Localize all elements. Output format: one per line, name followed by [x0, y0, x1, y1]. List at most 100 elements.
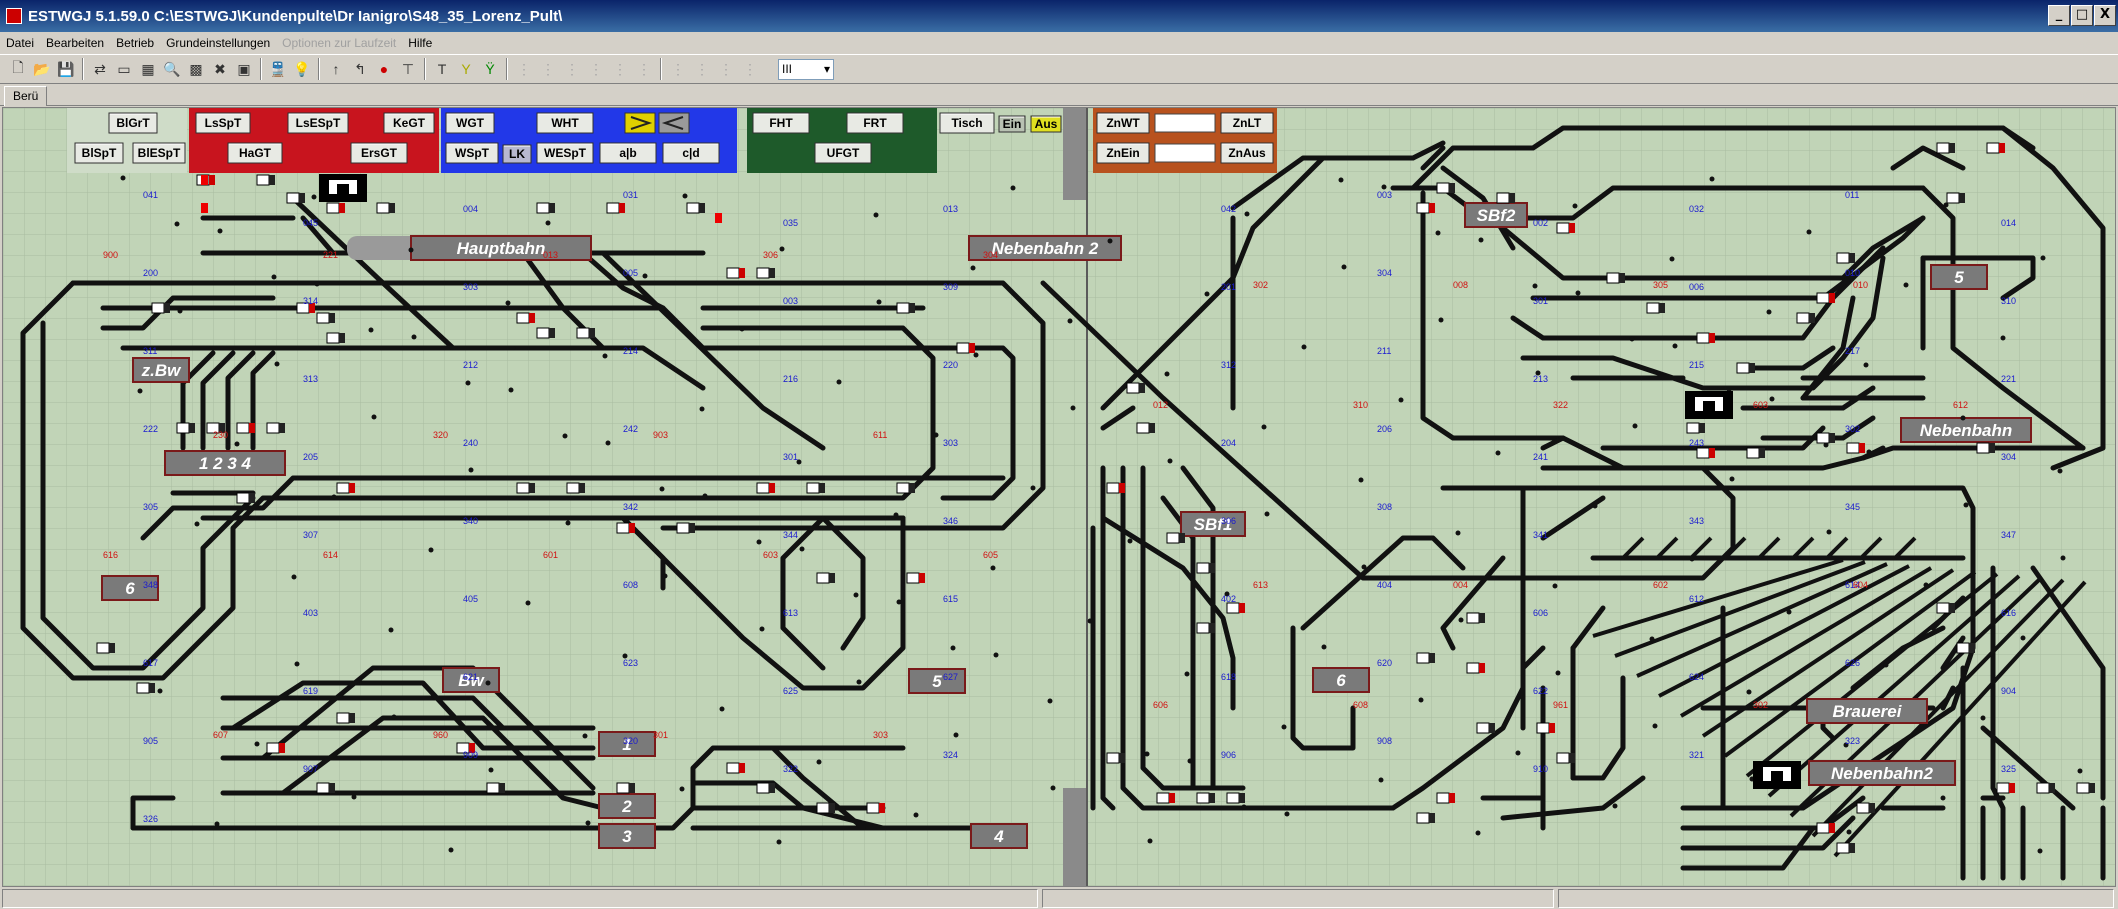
- button-lsspt[interactable]: LsSpT: [195, 112, 251, 134]
- signal-icon[interactable]: [1976, 442, 1995, 454]
- signal-icon[interactable]: [266, 422, 285, 434]
- signal-icon[interactable]: [1956, 642, 1975, 654]
- button-lk[interactable]: LK: [502, 144, 532, 164]
- signal-icon[interactable]: [1156, 792, 1175, 804]
- signal-icon[interactable]: [1466, 662, 1485, 674]
- signal-icon[interactable]: [236, 422, 255, 434]
- signal-icon[interactable]: [1416, 202, 1435, 214]
- signal-icon[interactable]: [151, 302, 170, 314]
- signal-icon[interactable]: [1416, 652, 1435, 664]
- button-blespt[interactable]: BlESpT: [132, 142, 186, 164]
- button-znaus[interactable]: ZnAus: [1220, 142, 1274, 164]
- signal-icon[interactable]: [1736, 362, 1755, 374]
- signal-icon[interactable]: [816, 802, 835, 814]
- signal-icon[interactable]: [1556, 752, 1575, 764]
- signal-icon[interactable]: [1436, 792, 1455, 804]
- route-icon[interactable]: ⇄: [88, 57, 112, 81]
- button-znlt[interactable]: ZnLT: [1220, 112, 1274, 134]
- button-c-d[interactable]: c|d: [662, 142, 720, 164]
- signal-icon[interactable]: [616, 522, 635, 534]
- signal-icon[interactable]: [1816, 822, 1835, 834]
- close-button[interactable]: X: [2094, 5, 2116, 26]
- signal-icon[interactable]: [256, 174, 275, 186]
- signal-icon[interactable]: [1856, 802, 1875, 814]
- signal-icon[interactable]: [1696, 447, 1715, 459]
- signal-up-icon[interactable]: ↑: [324, 57, 348, 81]
- signal-icon[interactable]: [1196, 622, 1215, 634]
- button-wspt[interactable]: WSpT: [445, 142, 499, 164]
- signal-icon[interactable]: [686, 202, 705, 214]
- button-lsespt[interactable]: LsESpT: [287, 112, 349, 134]
- drive-lever-icon[interactable]: [1753, 761, 1801, 789]
- button-wespt[interactable]: WESpT: [536, 142, 594, 164]
- signal-icon[interactable]: [516, 312, 535, 324]
- signal-icon[interactable]: [1936, 142, 1955, 154]
- signal-icon[interactable]: [756, 267, 775, 279]
- signal-icon[interactable]: [956, 342, 975, 354]
- signal-icon[interactable]: [1936, 602, 1955, 614]
- signal-icon[interactable]: [176, 422, 195, 434]
- panel-icon[interactable]: ▦: [136, 57, 160, 81]
- signal-icon[interactable]: [486, 782, 505, 794]
- button-blgrt[interactable]: BlGrT: [108, 112, 158, 134]
- signal-icon[interactable]: [1796, 312, 1815, 324]
- grid-icon[interactable]: ▩: [184, 57, 208, 81]
- signal-icon[interactable]: [1836, 252, 1855, 264]
- signal-icon[interactable]: [1686, 422, 1705, 434]
- button-aus[interactable]: Aus: [1030, 115, 1062, 133]
- signal-icon[interactable]: [1166, 532, 1185, 544]
- signal-icon[interactable]: [1226, 602, 1245, 614]
- drive-lever-icon[interactable]: [1685, 391, 1733, 419]
- open-folder-icon[interactable]: 📂: [30, 57, 54, 81]
- signal-icon[interactable]: [1746, 447, 1765, 459]
- signal-icon[interactable]: [266, 742, 285, 754]
- signal-icon[interactable]: [1476, 722, 1495, 734]
- signal-icon[interactable]: [1106, 482, 1125, 494]
- button-fht[interactable]: FHT: [752, 112, 810, 134]
- signal-icon[interactable]: [2036, 782, 2055, 794]
- signal-icon[interactable]: [326, 202, 345, 214]
- signal-icon[interactable]: [516, 482, 535, 494]
- signal-icon[interactable]: [2076, 782, 2095, 794]
- signal-icon[interactable]: [896, 302, 915, 314]
- signal-icon[interactable]: [816, 572, 835, 584]
- signal-red-icon[interactable]: ●: [372, 57, 396, 81]
- menu-datei[interactable]: Datei: [0, 36, 40, 50]
- signal-icon[interactable]: [1466, 612, 1485, 624]
- menu-grundeinstellungen[interactable]: Grundeinstellungen: [160, 36, 276, 50]
- signal-icon[interactable]: [1986, 142, 2005, 154]
- signal-icon[interactable]: [1556, 222, 1575, 234]
- delete-icon[interactable]: ✖: [208, 57, 232, 81]
- button-frt[interactable]: FRT: [846, 112, 904, 134]
- tab-beru[interactable]: Berü: [4, 86, 48, 106]
- button-wht[interactable]: WHT: [536, 112, 594, 134]
- signal-icon[interactable]: [1996, 782, 2015, 794]
- signal-icon[interactable]: [1436, 182, 1455, 194]
- signal-icon[interactable]: [906, 572, 925, 584]
- signal-icon[interactable]: [96, 642, 115, 654]
- signal-icon[interactable]: [756, 782, 775, 794]
- track-icon[interactable]: ▭: [112, 57, 136, 81]
- signal-icon[interactable]: [1106, 752, 1125, 764]
- signal-icon[interactable]: [1126, 382, 1145, 394]
- button-znein[interactable]: ZnEin: [1096, 142, 1150, 164]
- signal-icon[interactable]: [1816, 292, 1835, 304]
- signal-icon[interactable]: [316, 782, 335, 794]
- signal-icon[interactable]: [376, 202, 395, 214]
- menu-betrieb[interactable]: Betrieb: [110, 36, 160, 50]
- signal-icon[interactable]: [896, 482, 915, 494]
- signal-icon[interactable]: [606, 202, 625, 214]
- button-kegt[interactable]: KeGT: [383, 112, 435, 134]
- signal-icon[interactable]: [536, 202, 555, 214]
- signal-stop-icon[interactable]: ⊤: [396, 57, 420, 81]
- signal-icon[interactable]: [536, 327, 555, 339]
- save-icon[interactable]: 💾: [54, 57, 78, 81]
- maximize-button[interactable]: □: [2071, 5, 2093, 26]
- signal-icon[interactable]: [1416, 812, 1435, 824]
- menu-hilfe[interactable]: Hilfe: [402, 36, 438, 50]
- signal-icon[interactable]: [676, 522, 695, 534]
- button-znwt[interactable]: ZnWT: [1096, 112, 1150, 134]
- signal-icon[interactable]: [326, 332, 345, 344]
- signal-icon[interactable]: [1226, 792, 1245, 804]
- signal-icon[interactable]: [316, 312, 335, 324]
